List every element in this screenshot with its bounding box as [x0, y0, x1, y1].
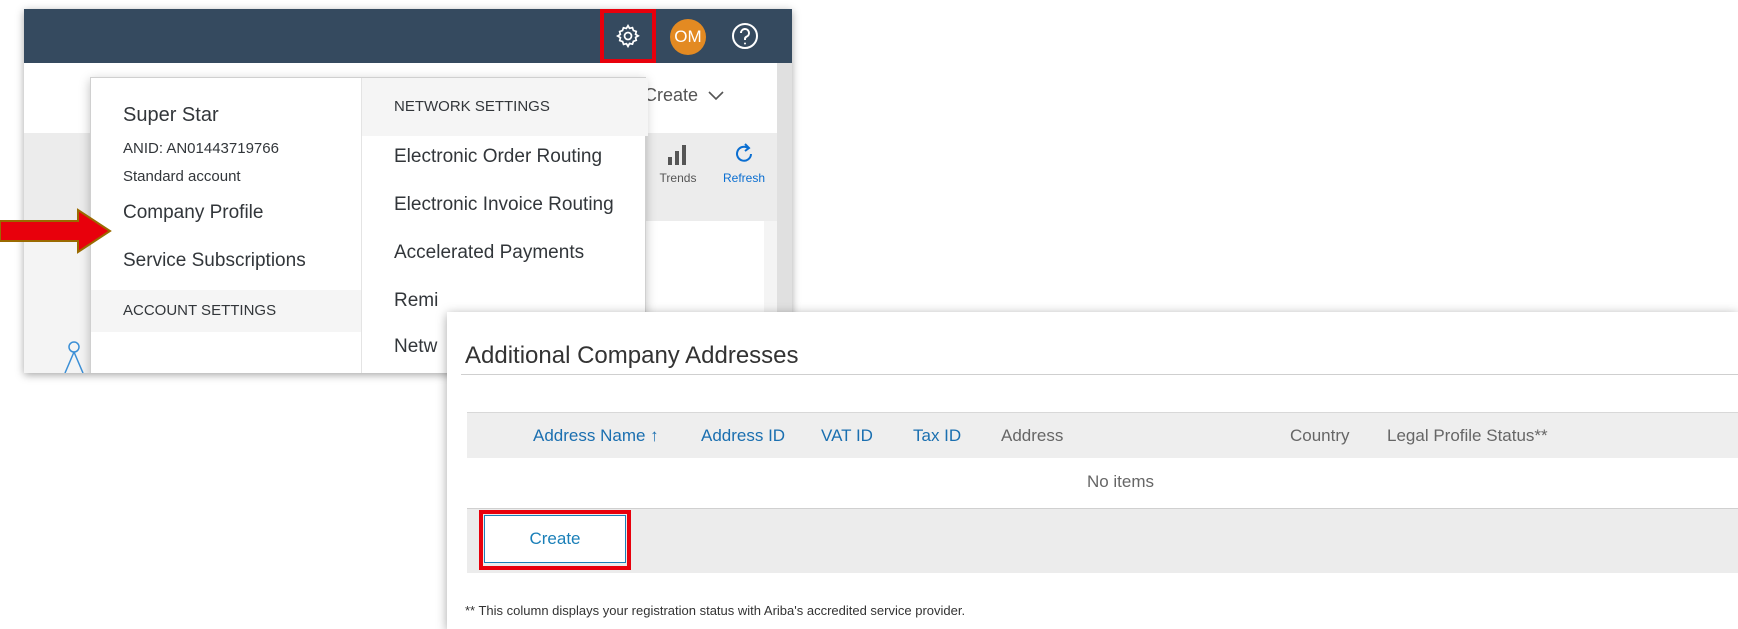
create-dropdown[interactable]: Create: [644, 85, 724, 106]
create-dropdown-label: Create: [644, 85, 699, 105]
menu-item-network[interactable]: Netw: [394, 336, 437, 358]
refresh-icon: [736, 143, 752, 162]
account-type: Standard account: [123, 168, 241, 185]
create-address-button[interactable]: Create: [484, 515, 626, 563]
empty-table-message: No items: [1086, 472, 1155, 491]
column-legal-profile-status: Legal Profile Status**: [1387, 426, 1548, 445]
menu-item-service-subscriptions[interactable]: Service Subscriptions: [123, 250, 306, 272]
question-icon: [732, 23, 758, 49]
avatar-initials: OM: [674, 27, 702, 46]
column-address-id[interactable]: Address ID: [701, 426, 785, 446]
tutorial-composite: OM Create Trends Refresh Super Star ANID…: [0, 0, 1738, 629]
column-tax-id[interactable]: Tax ID: [913, 426, 961, 446]
table-action-bar: [467, 509, 1738, 573]
network-settings-heading: NETWORK SETTINGS: [362, 78, 648, 136]
menu-item-remittance[interactable]: Remi: [394, 290, 438, 312]
top-navigation-bar: OM: [24, 9, 792, 63]
red-arrow-annotation: [0, 208, 112, 254]
refresh-button[interactable]: Refresh: [714, 139, 774, 209]
gear-icon: [616, 24, 640, 49]
account-name: Super Star: [123, 104, 219, 126]
trends-label: Trends: [659, 171, 697, 185]
account-anid: ANID: AN01443719766: [123, 140, 279, 157]
footnote: ** This column displays your registratio…: [465, 603, 966, 618]
user-avatar[interactable]: OM: [670, 19, 706, 55]
menu-item-electronic-invoice-routing[interactable]: Electronic Invoice Routing: [394, 194, 614, 216]
column-vat-id[interactable]: VAT ID: [821, 426, 873, 446]
table-header: Address Name ↑ Address ID VAT ID Tax ID …: [467, 412, 1738, 458]
bar-chart-icon: [668, 145, 686, 165]
account-column: Super Star ANID: AN01443719766 Standard …: [91, 78, 361, 373]
refresh-label: Refresh: [722, 171, 766, 185]
menu-item-company-profile[interactable]: Company Profile: [123, 202, 263, 224]
chevron-down-icon: [708, 90, 724, 100]
help-button[interactable]: [728, 19, 762, 53]
title-divider: [461, 374, 1738, 375]
column-address-name[interactable]: Address Name ↑: [533, 426, 659, 446]
menu-item-electronic-order-routing[interactable]: Electronic Order Routing: [394, 146, 602, 168]
settings-button[interactable]: [600, 9, 656, 63]
account-settings-heading: ACCOUNT SETTINGS: [91, 290, 361, 332]
person-icon: [64, 341, 84, 373]
trends-button[interactable]: Trends: [648, 139, 708, 209]
addresses-screenshot: Additional Company Addresses Address Nam…: [447, 312, 1738, 629]
column-country: Country: [1290, 426, 1350, 445]
section-title: Additional Company Addresses: [465, 342, 799, 369]
column-address: Address: [1001, 426, 1064, 445]
menu-item-accelerated-payments[interactable]: Accelerated Payments: [394, 242, 584, 264]
